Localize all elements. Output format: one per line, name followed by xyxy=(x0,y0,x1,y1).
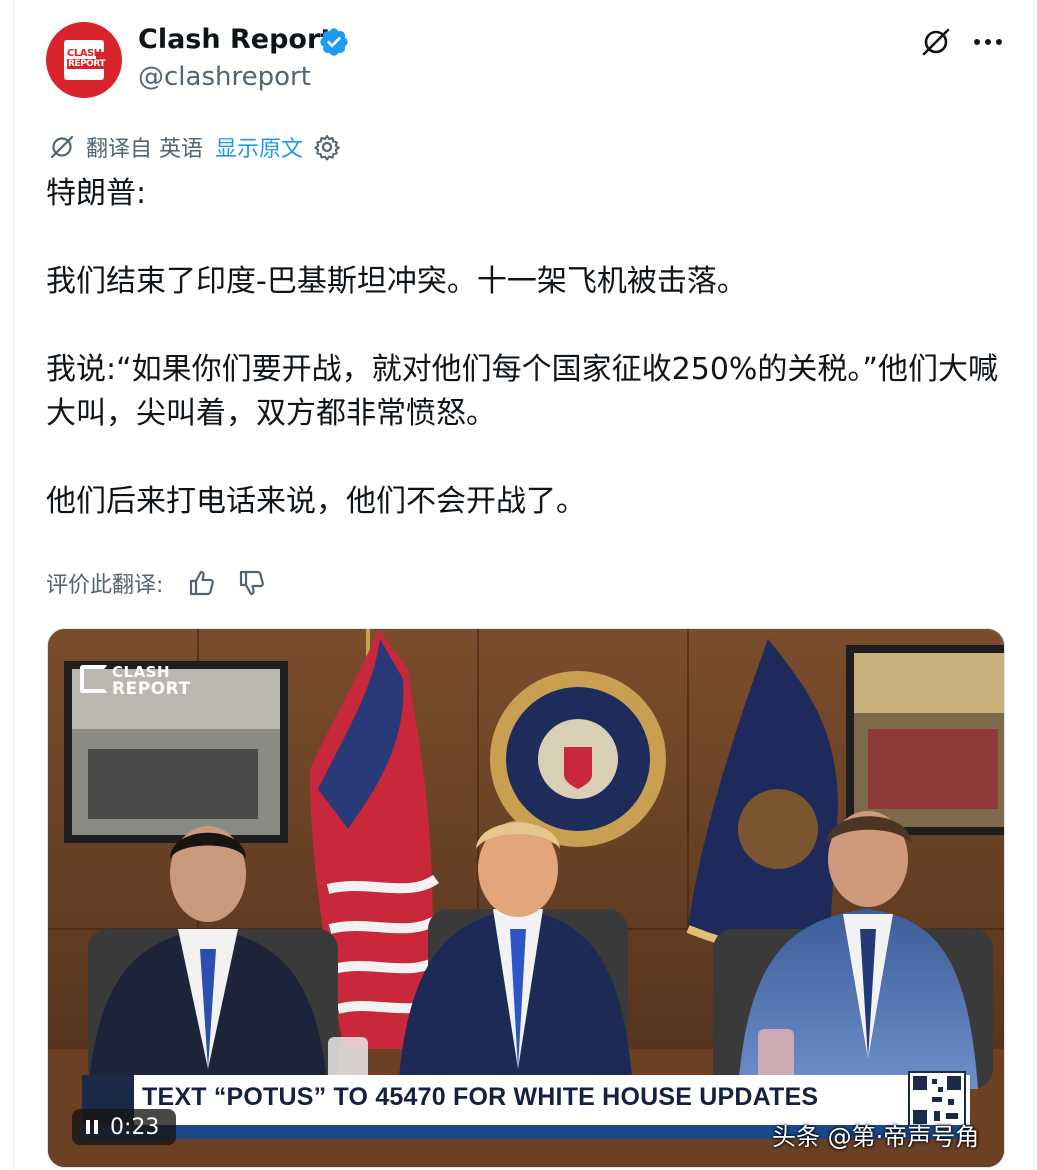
translation-row: 翻译自 英语 显示原文 xyxy=(48,130,341,164)
video-time: 0:23 xyxy=(110,1114,160,1140)
grok-translate-icon xyxy=(50,135,74,159)
banner-text: TEXT “POTUS” TO 45470 FOR WHITE HOUSE UP… xyxy=(142,1083,819,1111)
author-handle[interactable]: @clashreport xyxy=(138,62,311,92)
show-original-link[interactable]: 显示原文 xyxy=(215,131,303,163)
post-text: 特朗普: 我们结束了印度-巴基斯坦冲突。十一架飞机被击落。 我说:“如果你们要开… xyxy=(46,176,998,519)
gear-icon[interactable] xyxy=(313,133,341,161)
thumbs-down-icon[interactable] xyxy=(237,568,267,598)
watermark-text-bottom: REPORT xyxy=(112,679,191,699)
avatar[interactable]: CLASH REPORT xyxy=(46,22,122,98)
translated-from-label: 翻译自 英语 xyxy=(86,137,203,162)
grok-slash-circle-icon[interactable] xyxy=(920,26,952,58)
watermark-logo-mark xyxy=(80,665,108,693)
more-dots-icon[interactable] xyxy=(972,34,1004,50)
video-player[interactable]: CLASH REPORT TEXT “POTUS” TO 45470 FOR W… xyxy=(47,628,1005,1168)
verified-badge-icon xyxy=(320,28,348,56)
video-timer[interactable]: 0:23 xyxy=(72,1109,176,1145)
thumbs-up-icon[interactable] xyxy=(187,568,217,598)
avatar-text-bottom: REPORT xyxy=(67,59,106,69)
pause-icon[interactable] xyxy=(84,1119,100,1135)
source-watermark: 头条 @第·帝声号角 xyxy=(772,1123,980,1151)
rate-translation-label: 评价此翻译: xyxy=(46,573,164,598)
rate-translation-row: 评价此翻译: xyxy=(46,565,267,601)
author-name[interactable]: Clash Report xyxy=(138,24,333,55)
tweet-card: CLASH REPORT Clash Report @clashreport 翻… xyxy=(13,0,1035,1170)
avatar-text-top: CLASH xyxy=(67,48,102,59)
